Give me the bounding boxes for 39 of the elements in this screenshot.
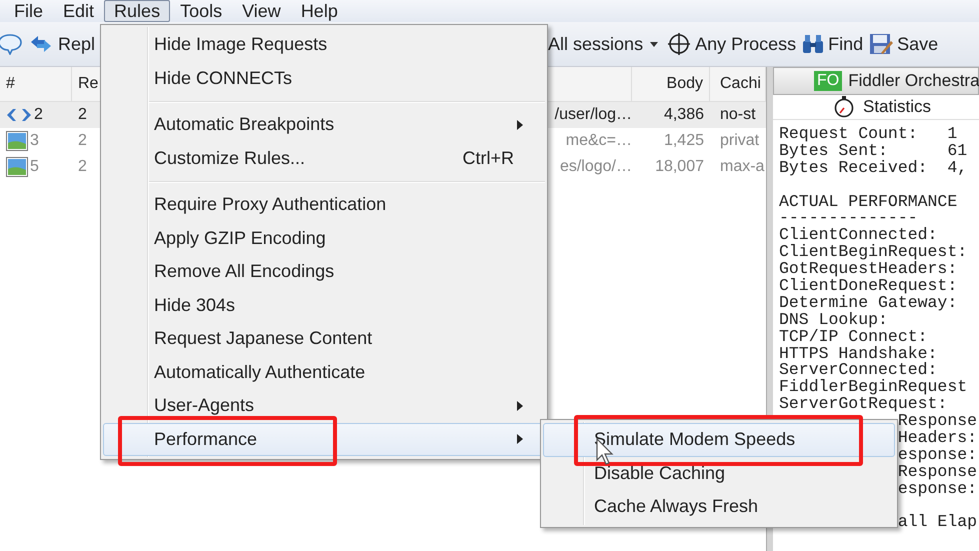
table-cell-text: no-st xyxy=(719,106,757,124)
statistics-line: ClientConnected: xyxy=(779,227,938,244)
statistics-line: esponse: xyxy=(898,444,978,464)
statistics-line: GotRequestHeaders: xyxy=(779,261,958,278)
statistics-line: Determine Gateway: xyxy=(779,294,958,312)
statistics-line: all Elap xyxy=(898,512,978,532)
statistics-line: FiddlerBeginRequest xyxy=(779,379,968,396)
session-number: 3 xyxy=(30,132,39,150)
statistics-line: Request Count: 1 xyxy=(779,126,958,143)
table-cell-text: 4,386 xyxy=(662,106,705,124)
statistics-line: DNS Lookup: xyxy=(779,312,888,329)
statistics-line: -------------- xyxy=(779,210,918,228)
url-text: me&c=… xyxy=(566,132,632,149)
table-cell-text: 2 xyxy=(77,106,88,124)
session-number: 5 xyxy=(30,158,39,176)
statistics-line: ServerGotRequest: xyxy=(779,396,948,414)
statistics-line: Bytes Received: 4, xyxy=(779,160,968,177)
session-number: 2 xyxy=(34,106,43,124)
statistics-line: Response xyxy=(898,462,978,481)
statistics-line: ServerConnected: xyxy=(779,362,938,380)
fo-badge: FO xyxy=(814,71,842,91)
statistics-line: ACTUAL PERFORMANCE xyxy=(779,194,958,210)
url-text: /user/log… xyxy=(554,106,632,123)
statistics-line: ClientBeginRequest: xyxy=(779,244,968,262)
statistics-line: ClientDoneRequest: xyxy=(779,278,958,295)
statistics-line: Headers: xyxy=(898,428,978,448)
shortcut-label: Ctrl+R xyxy=(462,148,514,169)
table-cell-text: 2 xyxy=(77,158,88,176)
statistics-line: HTTPS Handshake: xyxy=(779,346,938,362)
url-text: es/logo/… xyxy=(560,158,632,175)
table-cell-text: 18,007 xyxy=(654,158,705,176)
table-cell-text: 2 xyxy=(77,132,88,150)
statistics-line: esponse: xyxy=(898,478,978,498)
statistics-line: TCP/IP Connect: xyxy=(779,328,929,346)
table-cell-text: 1,425 xyxy=(662,132,705,150)
statistics-line: Response xyxy=(898,411,978,430)
table-cell-text: max-a xyxy=(719,158,766,176)
table-cell-text: privat xyxy=(719,132,760,150)
statistics-line: Bytes Sent: 61 xyxy=(779,142,968,160)
